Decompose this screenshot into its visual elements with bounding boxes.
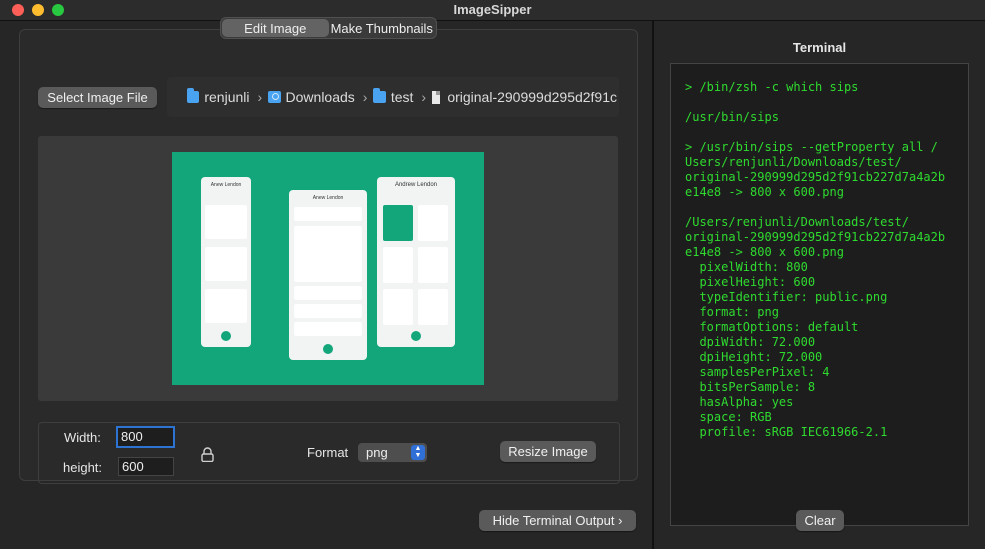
terminal-line: original-290999d295d2f91cb227d7a4a2b [685, 230, 946, 244]
format-select[interactable]: png ▲ ▼ [358, 443, 427, 462]
terminal-line: hasAlpha: yes [685, 395, 794, 409]
mockup-card [205, 289, 247, 323]
file-path-bar[interactable]: renjunli › Downloads › test › original-2… [167, 77, 619, 117]
home-folder-icon [187, 88, 200, 103]
mockup-card [294, 304, 362, 318]
title-bar: ImageSipper [0, 0, 985, 21]
terminal-line: /Users/renjunli/Downloads/test/ [685, 215, 909, 229]
format-label: Format [307, 445, 349, 460]
width-field[interactable]: 800 [116, 426, 175, 448]
mockup-tile [418, 247, 448, 283]
mockup-card [294, 286, 362, 300]
terminal-line: pixelHeight: 600 [685, 275, 816, 289]
clear-button[interactable]: Clear [796, 510, 844, 531]
path-crumb-downloads[interactable]: Downloads [286, 89, 355, 105]
hide-terminal-button[interactable]: Hide Terminal Output › [479, 510, 636, 531]
height-field[interactable]: 600 [118, 457, 174, 476]
tab-edit-image[interactable]: Edit Image [222, 19, 329, 37]
mockup-fab [323, 344, 333, 354]
resize-image-button[interactable]: Resize Image [500, 441, 596, 462]
terminal-line: samplesPerPixel: 4 [685, 365, 830, 379]
terminal-pane: Terminal > /bin/zsh -c which sips /usr/b… [654, 21, 985, 549]
mockup-tile [383, 289, 413, 325]
aspect-lock-icon[interactable] [201, 447, 214, 462]
mockup-fab [411, 331, 421, 341]
terminal-line: Users/renjunli/Downloads/test/ [685, 155, 902, 169]
mockup-fab [221, 331, 231, 341]
terminal-line: typeIdentifier: public.png [685, 290, 888, 304]
height-label: height: [63, 460, 103, 475]
path-separator: › [362, 89, 368, 105]
width-label: Width: [64, 430, 101, 445]
mockup-card [205, 247, 247, 281]
terminal-line: dpiHeight: 72.000 [685, 350, 823, 364]
terminal-line: format: png [685, 305, 779, 319]
tab-make-thumbnails[interactable]: Make Thumbnails [329, 19, 436, 37]
terminal-line: e14e8 -> 800 x 600.png [685, 245, 844, 259]
chevron-updown-icon: ▲ ▼ [411, 445, 425, 460]
window-title: ImageSipper [453, 2, 532, 17]
select-image-file-button[interactable]: Select Image File [38, 87, 157, 108]
format-select-value: png [366, 445, 388, 460]
mockup-card [205, 205, 247, 239]
path-separator: › [421, 89, 427, 105]
terminal-line: > /usr/bin/sips --getProperty all / [685, 140, 938, 154]
path-separator: › [257, 89, 263, 105]
mockup-phone-2: Anew Lendon [289, 190, 367, 360]
mockup-tile [418, 205, 448, 241]
mockup-card [294, 322, 362, 336]
image-preview: Anew Lendon Anew Lendon Andrew Lendon [172, 152, 484, 385]
terminal-line: space: RGB [685, 410, 772, 424]
terminal-line: profile: sRGB IEC61966-2.1 [685, 425, 888, 439]
path-crumb-home[interactable]: renjunli [204, 89, 249, 105]
terminal-line: pixelWidth: 800 [685, 260, 808, 274]
mockup-phone-3: Andrew Lendon [377, 177, 455, 347]
test-folder-icon [373, 88, 386, 103]
terminal-line: original-290999d295d2f91cb227d7a4a2b [685, 170, 946, 184]
path-crumb-test[interactable]: test [391, 89, 414, 105]
mockup-card [294, 207, 362, 221]
mockup-phone-1: Anew Lendon [201, 177, 251, 347]
terminal-line: /usr/bin/sips [685, 110, 779, 124]
mockup-tile [418, 289, 448, 325]
terminal-title: Terminal [792, 40, 847, 55]
terminal-line: formatOptions: default [685, 320, 859, 334]
mockup-calendar [294, 226, 362, 282]
downloads-folder-icon [268, 91, 281, 103]
mockup-tile [383, 247, 413, 283]
terminal-line: dpiWidth: 72.000 [685, 335, 816, 349]
terminal-output[interactable]: > /bin/zsh -c which sips /usr/bin/sips >… [670, 63, 969, 526]
path-crumb-file[interactable]: original-290999d295d2f91c [447, 89, 617, 105]
terminal-line: e14e8 -> 800 x 600.png [685, 185, 844, 199]
mockup-phone-title: Andrew Lendon [394, 182, 438, 188]
mockup-phone-title: Anew Lendon [312, 195, 344, 201]
terminal-line: bitsPerSample: 8 [685, 380, 816, 394]
mode-tabs: Edit Image Make Thumbnails [220, 17, 437, 39]
mockup-tile [383, 205, 413, 241]
file-icon [432, 90, 441, 104]
terminal-line: > /bin/zsh -c which sips [685, 80, 859, 94]
mockup-phone-title: Anew Lendon [210, 182, 242, 188]
